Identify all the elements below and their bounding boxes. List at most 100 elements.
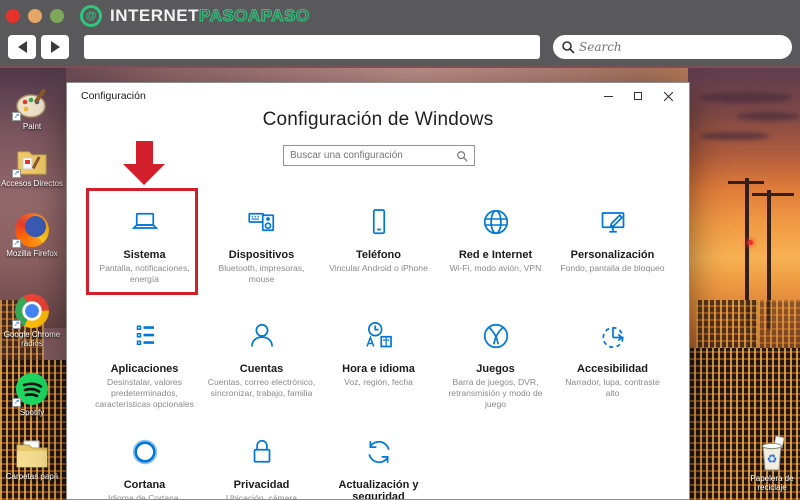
- desktop-icon-chrome-radios[interactable]: ↗ Google Chrome radios: [0, 292, 64, 348]
- tile-aplicaciones[interactable]: Aplicaciones Desinstalar, valores predet…: [86, 297, 203, 411]
- shortcut-arrow-icon: ↗: [12, 112, 21, 121]
- tile-title: Hora e idioma: [342, 363, 415, 375]
- tile-title: Actualización y seguridad: [338, 479, 419, 500]
- settings-window: Configuración Configuración de Windows S…: [66, 82, 690, 500]
- tile-subtitle: Vincular Android o iPhone: [329, 263, 428, 273]
- address-bar[interactable]: [84, 35, 540, 59]
- traffic-light-minimize-icon[interactable]: [28, 9, 42, 23]
- tile-actualizacion-y-seguridad[interactable]: Actualización y seguridad Windows Update…: [320, 413, 437, 500]
- personalization-brush-icon: [595, 203, 631, 241]
- brand-part2: PASOAPASO: [198, 5, 310, 25]
- tile-title: Dispositivos: [228, 249, 295, 261]
- search-icon: [562, 41, 575, 54]
- ease-of-access-icon: [595, 317, 631, 355]
- maximize-icon: [634, 92, 642, 100]
- paint-icon: ↗: [0, 84, 64, 121]
- cloud: [700, 132, 770, 140]
- tile-cuentas[interactable]: Cuentas Cuentas, correo electrónico, sin…: [203, 297, 320, 411]
- devices-icon: [244, 203, 280, 241]
- tile-title: Teléfono: [355, 249, 401, 261]
- forward-arrow-icon: [50, 41, 60, 53]
- update-sync-icon: [361, 433, 397, 471]
- close-button[interactable]: [653, 83, 683, 109]
- tile-title: Privacidad: [233, 479, 290, 491]
- traffic-light-zoom-icon[interactable]: [50, 9, 64, 23]
- window-titlebar[interactable]: Configuración: [67, 83, 689, 109]
- tile-title: Accesibilidad: [577, 363, 648, 375]
- minimize-button[interactable]: [593, 83, 623, 109]
- tile-privacidad[interactable]: Privacidad Ubicación, cámara: [203, 413, 320, 500]
- desktop-icon-label: Accesos Directos: [1, 179, 63, 188]
- browser-chrome: @ INTERNETPASOAPASO: [0, 0, 800, 68]
- crane-jib: [728, 181, 764, 184]
- desktop-icon-spotify[interactable]: ↗ Spotify: [0, 370, 64, 417]
- tile-personalizacion[interactable]: Personalización Fondo, pantalla de bloqu…: [554, 183, 671, 285]
- tile-title: Personalización: [570, 249, 655, 261]
- screen: @ INTERNETPASOAPASO ↗ Paint ↗ Accesos Di…: [0, 0, 800, 500]
- forward-button[interactable]: [41, 35, 69, 59]
- phone-icon: [361, 203, 397, 241]
- tile-subtitle: Wi-Fi, modo avión, VPN: [449, 263, 542, 273]
- highlight-arrow-icon: [136, 141, 153, 165]
- tile-title: Red e Internet: [458, 249, 533, 261]
- tile-hora-e-idioma[interactable]: Hora e idioma Voz, región, fecha: [320, 297, 437, 411]
- tile-subtitle: Narrador, lupa, contraste alto: [565, 377, 660, 399]
- browser-search-input[interactable]: [579, 40, 749, 54]
- tile-red-e-internet[interactable]: Red e Internet Wi-Fi, modo avión, VPN: [437, 183, 554, 285]
- desktop-icon-label: Papelera de reciclaje: [750, 474, 794, 493]
- shortcut-arrow-icon: ↗: [12, 169, 21, 178]
- shortcut-arrow-icon: ↗: [12, 239, 21, 248]
- cortana-ring-icon: [127, 433, 163, 471]
- desktop-icon-recycle-bin[interactable]: ♻ Papelera de reciclaje: [742, 434, 800, 492]
- desktop-icon-label: Carpetas papá: [5, 472, 59, 481]
- crane-jib: [752, 193, 794, 196]
- desktop-icon-carpetas-papa[interactable]: Carpetas papá: [0, 434, 64, 481]
- shortcut-arrow-icon: ↗: [12, 320, 21, 329]
- tile-telefono[interactable]: Teléfono Vincular Android o iPhone: [320, 183, 437, 285]
- desktop-icon-label: Spotify: [19, 408, 45, 417]
- back-arrow-icon: [17, 41, 27, 53]
- browser-search-box[interactable]: [553, 35, 792, 59]
- shortcuts-folder-icon: ↗: [0, 141, 64, 178]
- tile-juegos[interactable]: Juegos Barra de juegos, DVR, retransmisi…: [437, 297, 554, 411]
- desktop-icon-label: Mozilla Firefox: [6, 249, 58, 258]
- xbox-icon: [478, 317, 514, 355]
- back-button[interactable]: [8, 35, 36, 59]
- desktop-icon-paint[interactable]: ↗ Paint: [0, 84, 64, 131]
- desktop-icon-label: Paint: [22, 122, 42, 131]
- traffic-light-close-icon[interactable]: [6, 9, 20, 23]
- privacy-lock-icon: [244, 433, 280, 471]
- settings-search-input[interactable]: [290, 150, 456, 161]
- internetpasoapaso-logo-icon: @: [80, 5, 102, 27]
- spotify-icon: ↗: [0, 370, 64, 407]
- tile-subtitle: Barra de juegos, DVR, retransmisión y mo…: [448, 377, 543, 410]
- tile-title: Juegos: [476, 363, 515, 375]
- tile-subtitle: Bluetooth, impresoras, mouse: [218, 263, 305, 285]
- tile-dispositivos[interactable]: Dispositivos Bluetooth, impresoras, mous…: [203, 183, 320, 285]
- tile-title: Cortana: [123, 479, 166, 491]
- settings-heading: Configuración de Windows: [262, 109, 494, 130]
- highlight-rectangle: [86, 188, 198, 295]
- brand-wordmark: INTERNETPASOAPASO: [110, 5, 310, 26]
- cloud: [700, 92, 792, 103]
- tile-subtitle: Idioma de Cortana, permisos, notificacio…: [107, 493, 182, 500]
- desktop-icon-accesos-directos[interactable]: ↗ Accesos Directos: [0, 141, 64, 188]
- settings-search-box[interactable]: [283, 145, 475, 166]
- svg-text:♻: ♻: [767, 452, 778, 466]
- tile-subtitle: Ubicación, cámara: [225, 493, 298, 500]
- tile-title: Aplicaciones: [110, 363, 179, 375]
- cloud: [736, 112, 800, 121]
- logo-at-glyph: @: [85, 10, 97, 22]
- tile-subtitle: Fondo, pantalla de bloqueo: [560, 263, 665, 273]
- folder-icon: [0, 434, 64, 470]
- tile-cortana[interactable]: Cortana Idioma de Cortana, permisos, not…: [86, 413, 203, 500]
- desktop-icon-firefox[interactable]: ↗ Mozilla Firefox: [0, 211, 64, 258]
- minimize-icon: [603, 95, 613, 97]
- tile-subtitle: Desinstalar, valores predeterminados, ca…: [95, 377, 194, 410]
- window-title: Configuración: [81, 90, 146, 102]
- firefox-icon: ↗: [0, 211, 64, 248]
- tile-accesibilidad[interactable]: Accesibilidad Narrador, lupa, contraste …: [554, 297, 671, 411]
- chrome-icon: ↗: [0, 292, 64, 329]
- maximize-button[interactable]: [623, 83, 653, 109]
- brand-part1: INTERNET: [110, 6, 199, 25]
